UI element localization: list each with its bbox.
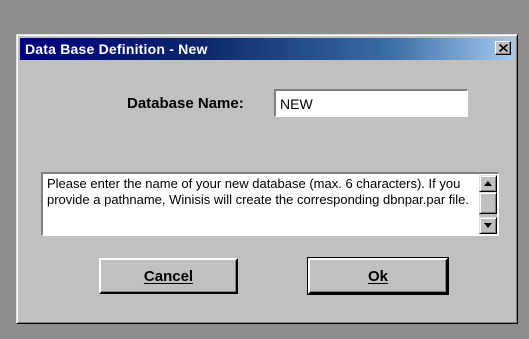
title-bar[interactable]: Data Base Definition - New bbox=[20, 38, 514, 60]
scroll-thumb[interactable] bbox=[479, 192, 497, 214]
arrow-down-icon bbox=[484, 223, 492, 228]
scroll-down-button[interactable] bbox=[479, 217, 497, 234]
scroll-up-button[interactable] bbox=[479, 175, 497, 192]
cancel-button[interactable]: Cancel bbox=[99, 258, 238, 294]
close-button[interactable] bbox=[495, 41, 511, 55]
help-text-box[interactable]: Please enter the name of your new databa… bbox=[41, 172, 499, 236]
database-definition-dialog: Data Base Definition - New Database Name… bbox=[16, 34, 518, 324]
window-title: Data Base Definition - New bbox=[25, 41, 208, 57]
vertical-scrollbar[interactable] bbox=[479, 175, 497, 234]
ok-button[interactable]: Ok bbox=[307, 257, 449, 295]
help-text: Please enter the name of your new databa… bbox=[47, 176, 470, 207]
close-icon bbox=[498, 44, 508, 52]
database-name-input[interactable] bbox=[274, 89, 468, 117]
database-name-label: Database Name: bbox=[127, 95, 244, 112]
arrow-up-icon bbox=[484, 181, 492, 186]
